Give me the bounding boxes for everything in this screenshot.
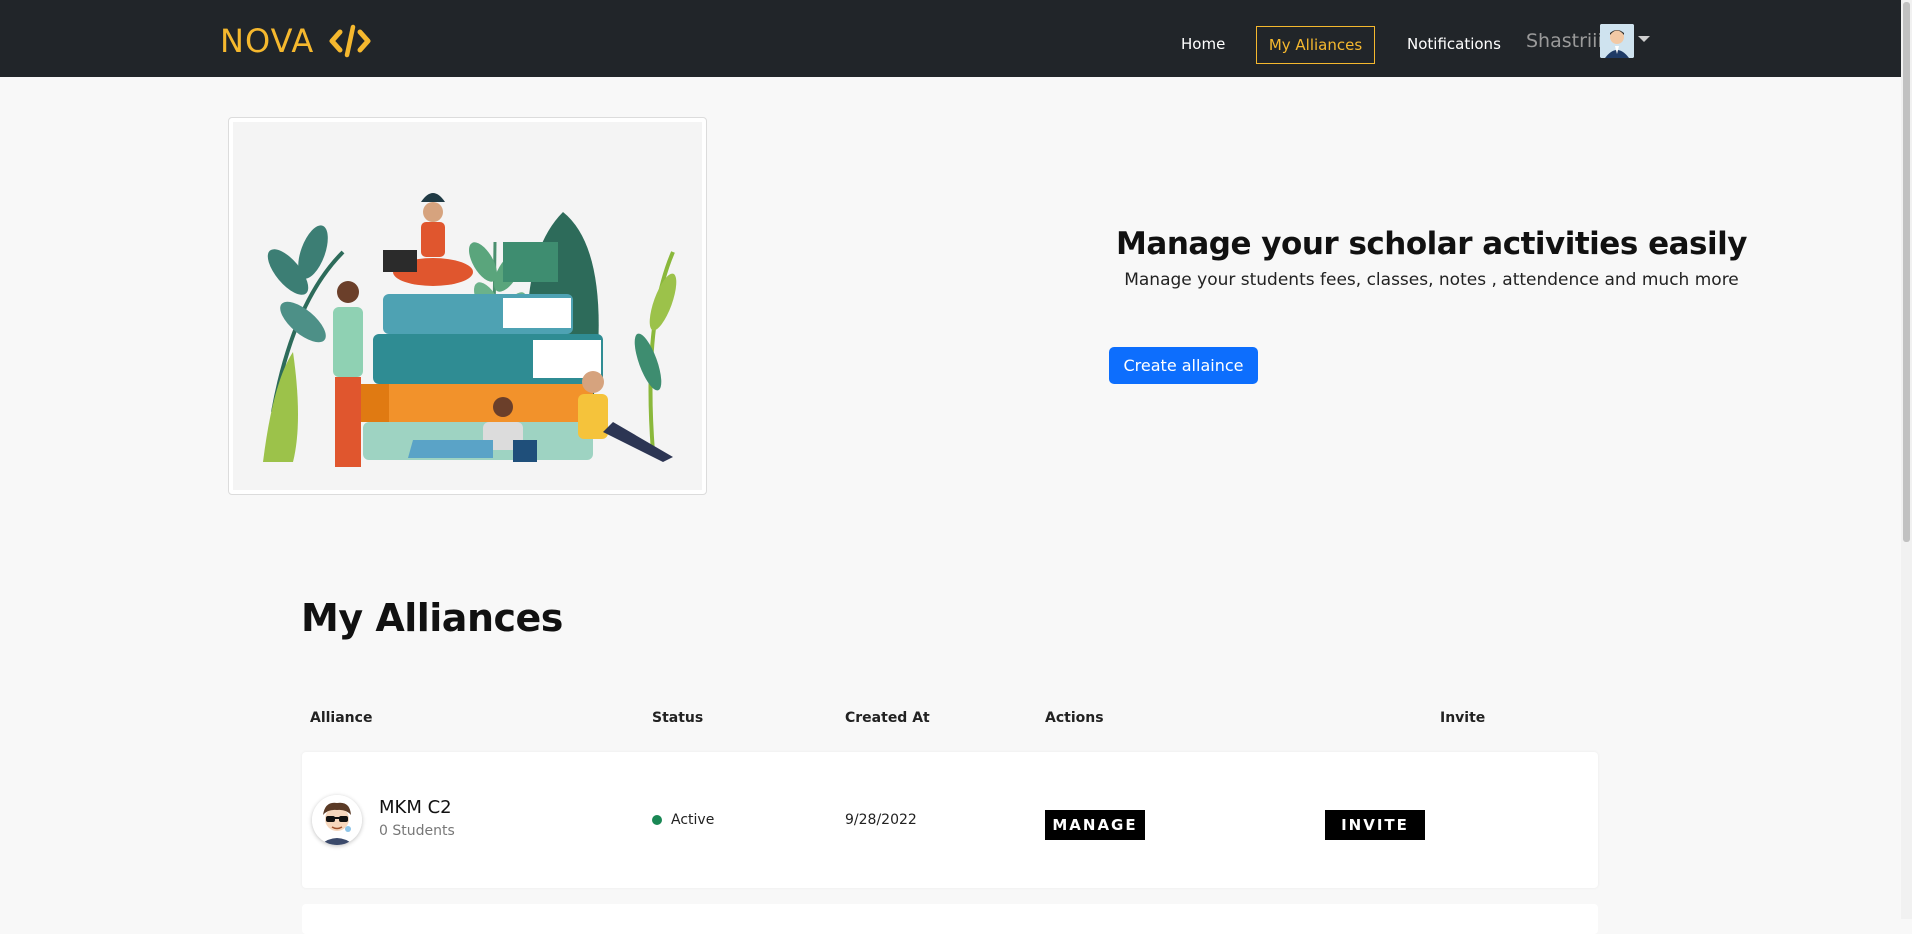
section-title: My Alliances: [301, 596, 563, 640]
brand-logo[interactable]: NOVA: [220, 22, 372, 60]
hero-illustration-card: [228, 117, 707, 495]
status-dot-icon: [652, 815, 662, 825]
scrollbar-thumb[interactable]: [1903, 2, 1910, 542]
hero-subtitle: Manage your students fees, classes, note…: [1124, 270, 1739, 290]
table-row: MKM C2 0 Students Active 9/28/2022 MANAG…: [302, 752, 1598, 888]
user-avatar: [1600, 24, 1634, 58]
nav-home-link[interactable]: Home: [1181, 35, 1225, 53]
manage-button[interactable]: MANAGE: [1045, 810, 1145, 840]
alliance-avatar: [312, 795, 362, 845]
status-badge: Active: [652, 812, 714, 828]
alliance-name: MKM C2: [379, 797, 452, 818]
column-header-created-at: Created At: [845, 710, 930, 726]
user-menu[interactable]: Shastriii: [1526, 24, 1650, 58]
chevron-down-icon: [1638, 36, 1650, 42]
students-illustration: [233, 122, 702, 490]
column-header-status: Status: [652, 710, 704, 726]
column-header-actions: Actions: [1045, 710, 1104, 726]
user-name: Shastriii: [1526, 30, 1600, 52]
column-header-alliance: Alliance: [310, 710, 373, 726]
column-header-invite: Invite: [1440, 710, 1486, 726]
code-icon: [329, 24, 371, 58]
invite-button[interactable]: INVITE: [1325, 810, 1425, 840]
hero-title: Manage your scholar activities easily: [1116, 226, 1747, 262]
nav-my-alliances-link[interactable]: My Alliances: [1256, 26, 1375, 64]
create-alliance-button[interactable]: Create allaince: [1109, 347, 1258, 384]
page-scrollbar[interactable]: [1901, 0, 1912, 919]
table-row: [302, 904, 1598, 934]
nav-notifications-link[interactable]: Notifications: [1407, 35, 1501, 53]
brand-name: NOVA: [220, 22, 315, 60]
alliance-student-count: 0 Students: [379, 823, 455, 839]
top-navbar: NOVA Home My Alliances Notifications Sha…: [0, 0, 1901, 77]
status-label: Active: [671, 812, 715, 828]
created-at-value: 9/28/2022: [845, 812, 917, 828]
